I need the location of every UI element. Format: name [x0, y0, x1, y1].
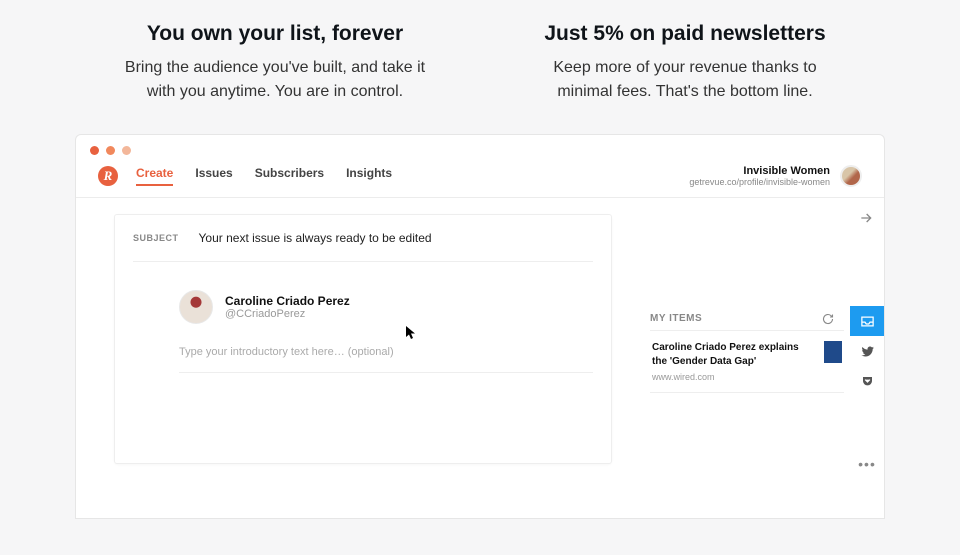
- feature-1-title: You own your list, forever: [115, 22, 435, 46]
- window-dot-red: [90, 146, 99, 155]
- collapse-arrow-icon[interactable]: [854, 206, 878, 235]
- refresh-icon[interactable]: [822, 312, 834, 324]
- rail-twitter-icon[interactable]: [850, 336, 884, 366]
- author-handle: @CCriadoPerez: [225, 308, 350, 320]
- editor-card: SUBJECT Your next issue is always ready …: [114, 214, 612, 464]
- rail-pocket-icon[interactable]: [850, 366, 884, 396]
- rail-more-icon[interactable]: •••: [858, 456, 876, 472]
- window-dot-orange: [106, 146, 115, 155]
- logo-icon[interactable]: R: [98, 166, 118, 186]
- editor-panel: SUBJECT Your next issue is always ready …: [76, 198, 650, 518]
- nav-insights[interactable]: Insights: [346, 166, 392, 186]
- items-panel: MY ITEMS Caroline Criado Perez explains …: [650, 198, 850, 518]
- nav-subscribers[interactable]: Subscribers: [255, 166, 324, 186]
- author-name: Caroline Criado Perez: [225, 294, 350, 308]
- item-title: Caroline Criado Perez explains the 'Gend…: [652, 341, 816, 368]
- rail-inbox-icon[interactable]: [850, 306, 884, 336]
- profile-name: Invisible Women: [743, 165, 830, 177]
- subject-label: SUBJECT: [133, 233, 179, 243]
- item-thumbnail: [824, 341, 842, 363]
- avatar: [840, 165, 862, 187]
- feature-2-title: Just 5% on paid newsletters: [525, 22, 845, 46]
- feature-1-body: Bring the audience you've built, and tak…: [115, 56, 435, 104]
- cursor-icon: [406, 326, 416, 343]
- item-source: www.wired.com: [652, 372, 816, 382]
- app-window: R Create Issues Subscribers Insights Inv…: [75, 134, 885, 519]
- profile-menu[interactable]: Invisible Women getrevue.co/profile/invi…: [689, 165, 862, 187]
- profile-url: getrevue.co/profile/invisible-women: [689, 177, 830, 187]
- intro-input[interactable]: Type your introductory text here… (optio…: [115, 336, 611, 372]
- item-card[interactable]: Caroline Criado Perez explains the 'Gend…: [650, 330, 844, 393]
- topbar: R Create Issues Subscribers Insights Inv…: [76, 165, 884, 198]
- window-dot-light: [122, 146, 131, 155]
- author-block: Caroline Criado Perez @CCriadoPerez: [115, 262, 611, 336]
- items-title: MY ITEMS: [650, 313, 702, 324]
- side-rail: •••: [850, 198, 884, 518]
- main-nav: Create Issues Subscribers Insights: [136, 166, 392, 186]
- nav-issues[interactable]: Issues: [195, 166, 232, 186]
- window-chrome: [76, 135, 884, 165]
- subject-input[interactable]: Your next issue is always ready to be ed…: [199, 231, 432, 245]
- feature-2-body: Keep more of your revenue thanks to mini…: [525, 56, 845, 104]
- nav-create[interactable]: Create: [136, 166, 173, 186]
- author-avatar: [179, 290, 213, 324]
